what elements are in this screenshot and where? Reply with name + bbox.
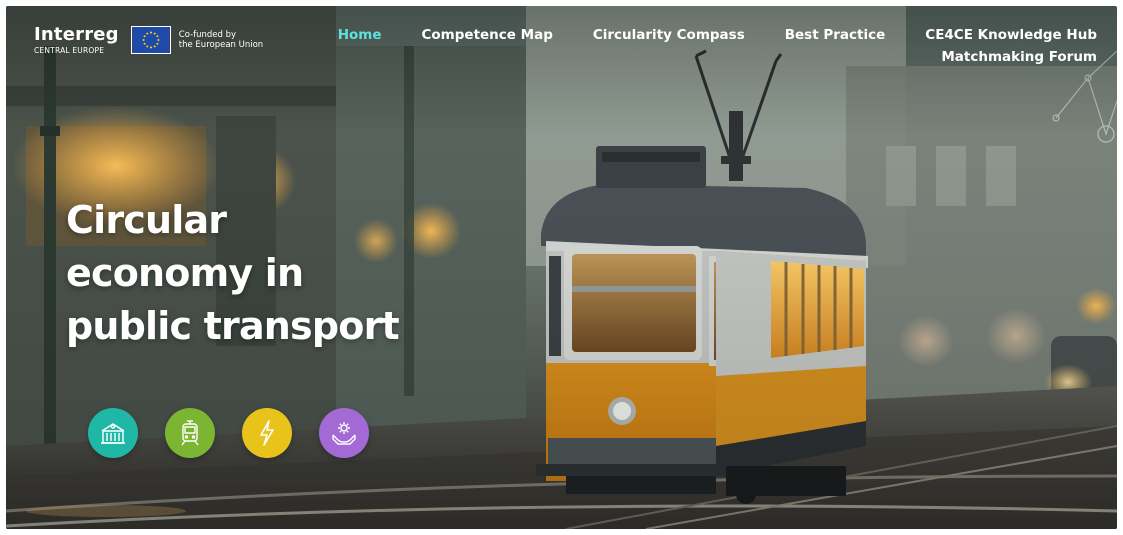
logo-brand: Interreg <box>34 24 119 45</box>
cofunded-line-1: Co-funded by <box>178 29 237 40</box>
logo-wordmark: Interreg CENTRAL EUROPE <box>34 26 119 55</box>
category-icons <box>88 408 396 458</box>
hero-title-line-3: public transport <box>66 304 400 348</box>
main-nav: Home Competence Map Circularity Compass … <box>298 24 1097 68</box>
hero-banner: Interreg CENTRAL EUROPE Co-funded by the… <box>6 6 1117 529</box>
nav-best-practice[interactable]: Best Practice <box>785 24 886 46</box>
category-tram-button[interactable] <box>165 408 215 458</box>
hands-gear-icon <box>332 422 356 445</box>
category-circular-button[interactable] <box>319 408 369 458</box>
cofunded-label: Co-funded by the European Union <box>179 30 263 51</box>
interreg-logo[interactable]: Interreg CENTRAL EUROPE Co-funded by the… <box>34 26 263 55</box>
category-building-button[interactable] <box>88 408 138 458</box>
lightning-icon <box>260 420 274 446</box>
hero-title: Circular economy in public transport <box>66 194 426 353</box>
cofunded-line-2: the European Union <box>178 40 264 51</box>
tram-icon <box>181 420 199 446</box>
nav-matchmaking-forum[interactable]: Matchmaking Forum <box>925 46 1097 68</box>
nav-hub-group: CE4CE Knowledge Hub Matchmaking Forum <box>925 24 1097 68</box>
building-icon <box>101 423 125 444</box>
nav-home[interactable]: Home <box>338 24 382 46</box>
logo-region: CENTRAL EUROPE <box>34 46 105 55</box>
nav-competence-map[interactable]: Competence Map <box>422 24 553 46</box>
hero-title-line-1: Circular <box>66 198 227 242</box>
site-header: Interreg CENTRAL EUROPE Co-funded by the… <box>6 6 1117 76</box>
nav-circularity-compass[interactable]: Circularity Compass <box>593 24 745 46</box>
category-energy-button[interactable] <box>242 408 292 458</box>
hero-title-line-2: economy in <box>66 251 304 295</box>
eu-flag-icon <box>130 26 171 55</box>
nav-knowledge-hub[interactable]: CE4CE Knowledge Hub <box>925 24 1097 46</box>
